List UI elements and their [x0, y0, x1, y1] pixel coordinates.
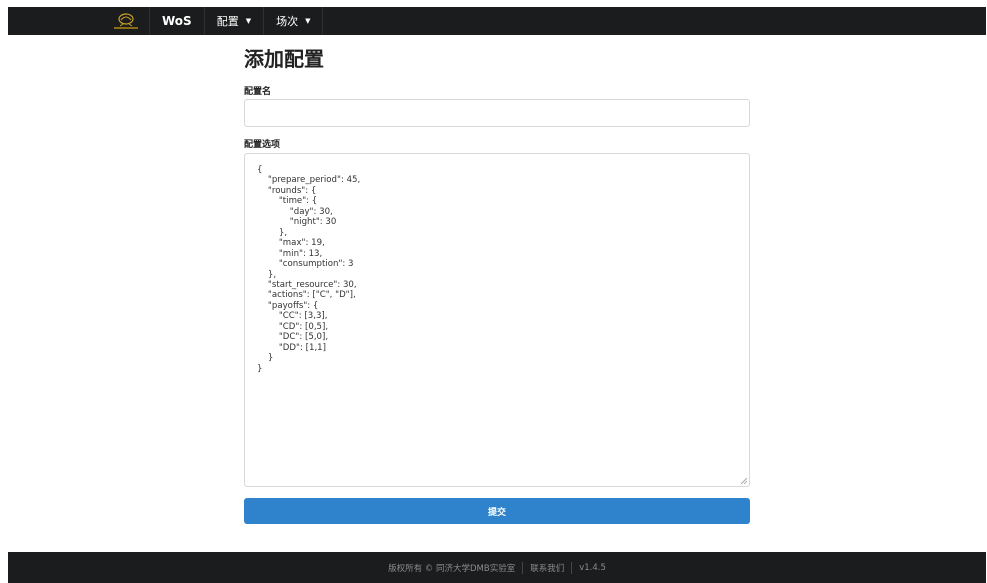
config-name-input[interactable] — [244, 99, 750, 127]
resize-handle-icon[interactable] — [741, 478, 747, 484]
footer-version: v1.4.5 — [579, 562, 606, 573]
navbar-spacer — [8, 7, 103, 35]
menu-session-dropdown[interactable]: 场次 ▼ — [264, 7, 324, 35]
page: WoS 配置 ▼ 场次 ▼ 添加配置 配置名 配置选项 { "prepare_p… — [8, 0, 986, 583]
brand-logo-link[interactable] — [103, 7, 150, 35]
add-config-form: 添加配置 配置名 配置选项 { "prepare_period": 45, "r… — [244, 45, 750, 524]
footer: 版权所有 © 同济大学DMB实验室 联系我们 v1.4.5 — [8, 552, 986, 583]
caret-down-icon: ▼ — [245, 17, 252, 25]
config-options-label: 配置选项 — [244, 140, 281, 150]
config-options-textarea[interactable]: { "prepare_period": 45, "rounds": { "tim… — [255, 163, 739, 478]
menu-session-label: 场次 — [276, 15, 299, 28]
caret-down-icon: ▼ — [305, 17, 311, 25]
config-name-label: 配置名 — [244, 87, 272, 97]
footer-divider — [571, 561, 573, 574]
menu-config-label: 配置 — [216, 15, 239, 28]
footer-copyright: 版权所有 © 同济大学DMB实验室 — [388, 563, 516, 574]
top-navbar: WoS 配置 ▼ 场次 ▼ — [8, 7, 986, 35]
footer-contact-link[interactable]: 联系我们 — [530, 562, 564, 574]
footer-divider — [522, 561, 524, 574]
submit-button[interactable]: 提交 — [244, 498, 750, 524]
brand-link[interactable]: WoS — [150, 7, 205, 35]
config-options-field[interactable]: { "prepare_period": 45, "rounds": { "tim… — [244, 153, 750, 487]
logo-icon — [114, 13, 138, 29]
menu-config-dropdown[interactable]: 配置 ▼ — [205, 7, 265, 35]
page-title: 添加配置 — [244, 47, 324, 71]
